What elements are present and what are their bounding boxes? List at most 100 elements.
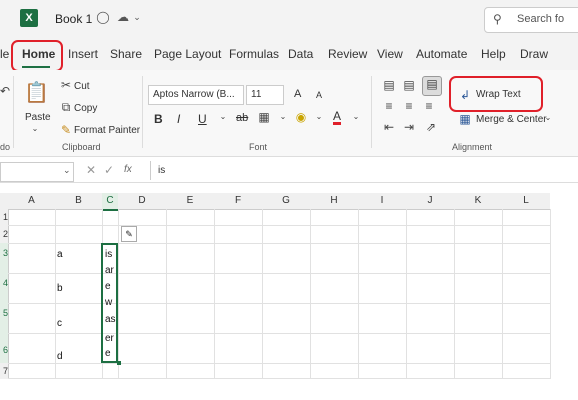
name-box-chevron-icon[interactable]: ⌄ xyxy=(63,165,71,176)
cancel-icon[interactable]: ✕ xyxy=(86,163,96,177)
row-header-1[interactable]: 1 xyxy=(0,209,9,225)
align-left-icon[interactable]: ≡ xyxy=(382,99,396,113)
underline-chevron-icon[interactable]: ⌄ xyxy=(218,112,228,121)
decrease-indent-icon[interactable]: ⇤ xyxy=(382,120,396,134)
orientation-icon[interactable]: ⇗ xyxy=(422,120,440,134)
gridline xyxy=(502,209,503,379)
italic-button[interactable]: I xyxy=(177,112,180,126)
bold-button[interactable]: B xyxy=(154,112,163,126)
shrink-font-button[interactable]: A xyxy=(316,90,322,100)
chevron-down-icon[interactable]: ⌄ xyxy=(130,10,144,24)
font-name-dropdown[interactable]: Aptos Narrow (B... xyxy=(148,85,244,105)
tab-formulas[interactable]: Formulas xyxy=(229,47,279,61)
fill-color-chevron-icon[interactable]: ⌄ xyxy=(314,112,324,121)
fill-handle[interactable] xyxy=(117,361,121,365)
gridline xyxy=(55,209,56,379)
cell-c-line: e xyxy=(105,281,111,292)
column-header-b[interactable]: B xyxy=(55,193,102,210)
tab-view[interactable]: View xyxy=(377,47,403,61)
enter-icon[interactable]: ✓ xyxy=(104,163,114,177)
formula-separator xyxy=(150,161,151,180)
gridline xyxy=(8,243,550,244)
insert-function-button[interactable]: fx xyxy=(124,164,132,175)
wrap-text-button[interactable]: Wrap Text xyxy=(476,89,521,100)
top-align-icon[interactable]: ▤ xyxy=(382,78,396,92)
row-header-3[interactable]: 3 xyxy=(0,243,9,273)
borders-chevron-icon[interactable]: ⌄ xyxy=(278,112,288,121)
column-header-a[interactable]: A xyxy=(8,193,55,210)
paste-button[interactable]: Paste xyxy=(25,112,51,123)
tab-share[interactable]: Share xyxy=(110,47,142,61)
font-size-dropdown[interactable]: 11 xyxy=(246,85,284,105)
column-header-g[interactable]: G xyxy=(262,193,310,210)
bottom-align-icon[interactable]: ▤ xyxy=(422,76,442,96)
shield-icon[interactable]: ◯ xyxy=(96,10,110,24)
borders-icon[interactable]: ▦ xyxy=(258,110,270,124)
underline-button[interactable]: U xyxy=(198,112,207,126)
tab-page-layout[interactable]: Page Layout xyxy=(154,47,221,61)
search-box[interactable]: ⚲ Search fo xyxy=(484,7,578,33)
merge-chevron-icon[interactable]: ⌄ xyxy=(543,113,553,122)
tab-draw[interactable]: Draw xyxy=(520,47,548,61)
column-header-l[interactable]: L xyxy=(502,193,550,210)
column-header-f[interactable]: F xyxy=(214,193,262,210)
copy-button[interactable]: Copy xyxy=(74,103,97,114)
column-header-e[interactable]: E xyxy=(166,193,214,210)
cut-button[interactable]: Cut xyxy=(74,81,90,92)
autosave-cloud-icon[interactable]: ☁ xyxy=(116,10,130,24)
gridline xyxy=(8,333,550,334)
merge-center-button[interactable]: Merge & Center xyxy=(476,114,547,125)
column-header-d[interactable]: D xyxy=(118,193,166,210)
column-header-c[interactable]: C xyxy=(102,193,118,211)
column-header-h[interactable]: H xyxy=(310,193,358,210)
fill-color-icon[interactable]: ◉ xyxy=(294,110,308,124)
copy-icon[interactable]: ⧉ xyxy=(60,100,72,115)
cell-c-line: is xyxy=(105,249,113,260)
row-header-5[interactable]: 5 xyxy=(0,303,9,333)
select-all-corner[interactable] xyxy=(0,193,8,210)
row-header-7[interactable]: 7 xyxy=(0,363,9,379)
tab-data[interactable]: Data xyxy=(288,47,313,61)
row-header-2[interactable]: 2 xyxy=(0,225,9,243)
font-color-button[interactable]: A xyxy=(333,110,342,125)
tab-automate[interactable]: Automate xyxy=(416,47,467,61)
merge-center-icon[interactable]: ▦ xyxy=(459,112,471,126)
tab-file[interactable]: le xyxy=(0,47,9,61)
cell-b6[interactable]: d xyxy=(57,351,63,362)
grow-font-button[interactable]: A xyxy=(294,88,301,100)
tab-insert[interactable]: Insert xyxy=(68,47,98,61)
cell-b5[interactable]: c xyxy=(57,318,62,329)
search-input[interactable]: Search fo xyxy=(517,13,564,25)
undo-icon[interactable]: ↶ xyxy=(0,84,10,98)
increase-indent-icon[interactable]: ⇥ xyxy=(402,120,416,134)
clipboard-group-label: Clipboard xyxy=(62,142,101,152)
font-color-chevron-icon[interactable]: ⌄ xyxy=(351,112,361,121)
format-painter-icon[interactable]: ✎ xyxy=(60,123,72,137)
cell-b4[interactable]: b xyxy=(57,283,63,294)
group-separator xyxy=(13,76,14,148)
row-header-4[interactable]: 4 xyxy=(0,273,9,303)
cut-icon[interactable]: ✂ xyxy=(60,78,72,92)
middle-align-icon[interactable]: ▤ xyxy=(402,78,416,92)
paste-chevron-icon[interactable]: ⌄ xyxy=(31,124,39,133)
align-right-icon[interactable]: ≡ xyxy=(422,99,436,113)
strikethrough-button[interactable]: ab xyxy=(236,112,248,124)
paste-icon[interactable]: 📋 xyxy=(24,80,49,105)
column-header-k[interactable]: K xyxy=(454,193,502,210)
tab-review[interactable]: Review xyxy=(328,47,367,61)
tab-help[interactable]: Help xyxy=(481,47,506,61)
formula-input[interactable]: is xyxy=(158,165,165,176)
column-header-j[interactable]: J xyxy=(406,193,454,210)
gridline xyxy=(166,209,167,379)
name-box[interactable]: ⌄ xyxy=(0,162,74,182)
document-title[interactable]: Book 1 xyxy=(55,12,92,26)
paste-options-icon[interactable]: ✎ xyxy=(121,226,137,242)
cell-b3[interactable]: a xyxy=(57,249,63,260)
format-painter-button[interactable]: Format Painter xyxy=(74,125,140,136)
gridline xyxy=(550,209,551,379)
row-header-6[interactable]: 6 xyxy=(0,333,9,363)
font-group-label: Font xyxy=(249,142,268,152)
align-center-icon[interactable]: ≡ xyxy=(402,99,416,113)
column-header-i[interactable]: I xyxy=(358,193,406,210)
wrap-text-icon[interactable]: ↲ xyxy=(459,88,471,102)
